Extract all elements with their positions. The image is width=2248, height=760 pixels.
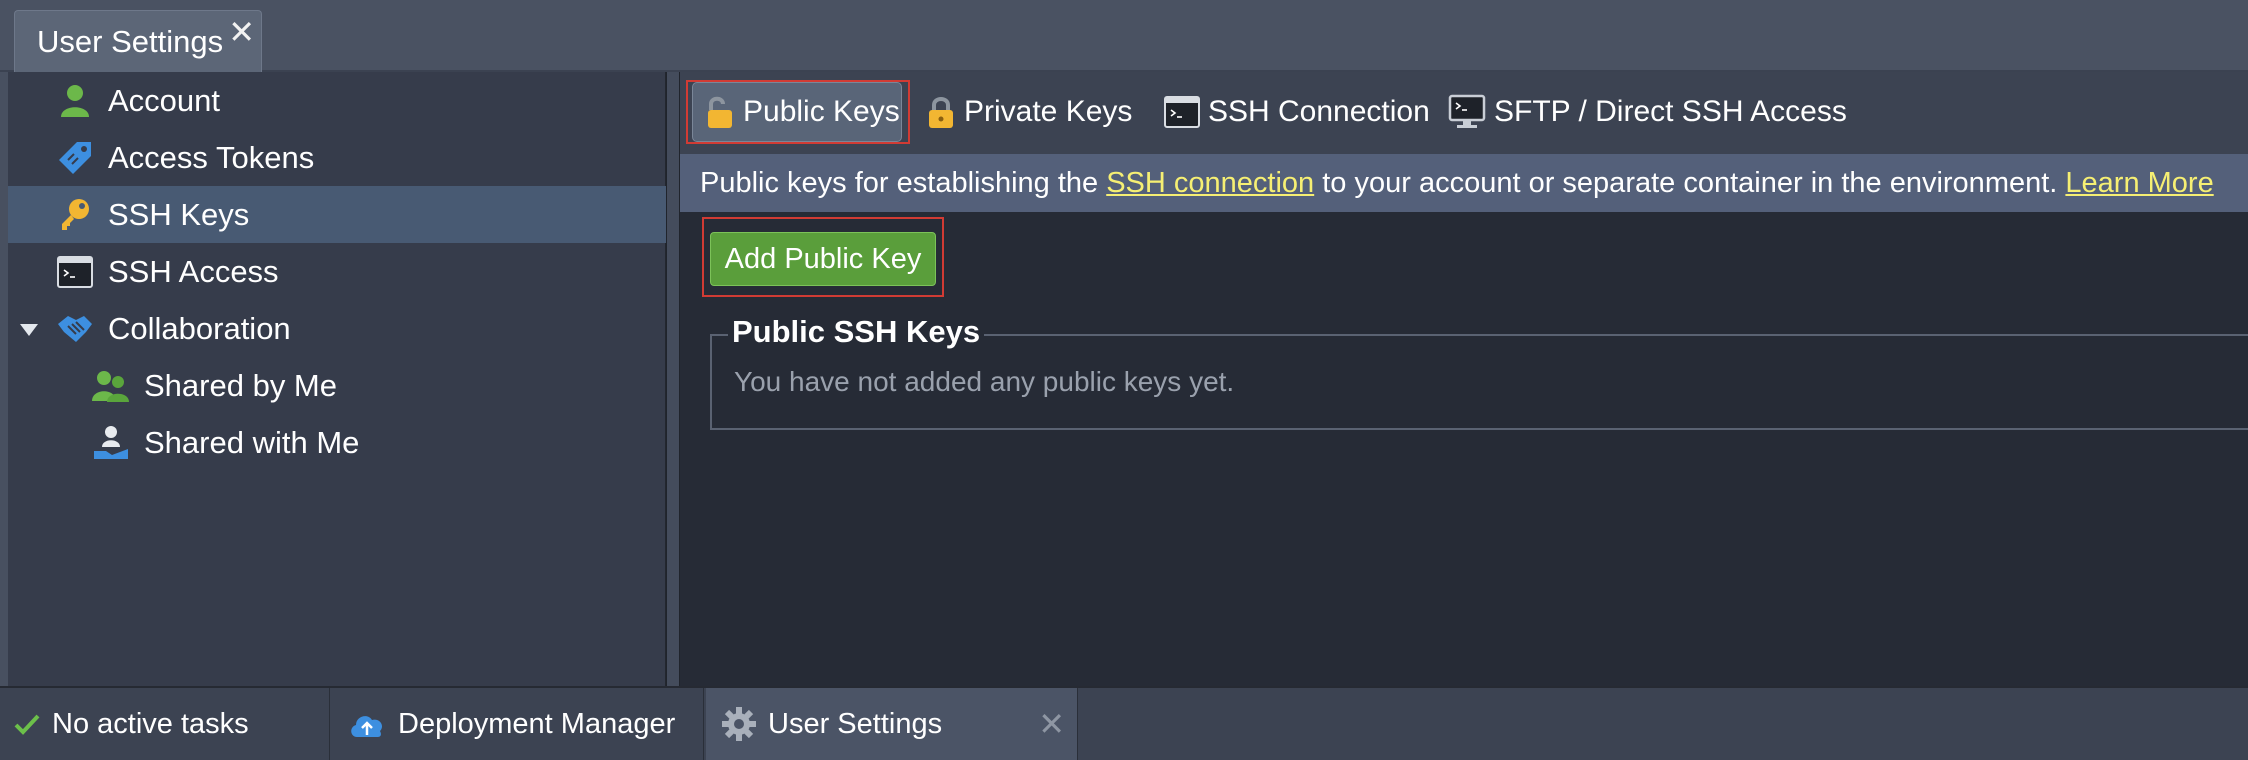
settings-window: Account Access Tokens SSH Keys SSH Acces… [8, 72, 2248, 686]
empty-state-message: You have not added any public keys yet. [734, 366, 1235, 397]
tab-public-keys[interactable]: Public Keys [692, 82, 902, 142]
sidebar-item-label: Account [108, 82, 221, 118]
tab-title: User Settings [37, 23, 224, 59]
info-text-suffix: to your account or separate container in… [1314, 166, 2066, 199]
user-icon [56, 82, 94, 120]
sidebar-item-label: Shared by Me [144, 367, 337, 403]
sidebar-item-access-tokens[interactable]: Access Tokens [8, 129, 666, 186]
tag-icon [56, 139, 94, 177]
sidebar-item-label: Access Tokens [108, 139, 315, 175]
chevron-down-icon[interactable] [20, 324, 38, 336]
close-icon[interactable]: ✕ [1038, 705, 1065, 743]
terminal-icon [56, 253, 94, 291]
fieldset-legend: Public SSH Keys [728, 314, 985, 350]
taskbar: No active tasks Deployment Manager User … [0, 686, 2248, 760]
unlocked-icon [705, 95, 735, 129]
tab-label: Private Keys [964, 95, 1133, 128]
task-user-settings-label: User Settings [768, 707, 943, 740]
public-ssh-keys-fieldset: Public SSH Keys You have not added any p… [710, 314, 2248, 430]
settings-sidebar: Account Access Tokens SSH Keys SSH Acces… [8, 72, 666, 686]
sidebar-item-account[interactable]: Account [8, 72, 666, 129]
info-banner: Public keys for establishing the SSH con… [680, 154, 2248, 212]
monitor-icon [1448, 94, 1486, 130]
window-tab-strip: User Settings ✕ [0, 0, 2248, 72]
tab-private-keys[interactable]: Private Keys [926, 82, 1132, 142]
sidebar-splitter[interactable] [666, 72, 680, 686]
task-deployment-manager-label: Deployment Manager [398, 707, 676, 740]
sidebar-item-shared-by-me[interactable]: Shared by Me [8, 357, 666, 414]
task-status[interactable]: No active tasks [0, 688, 330, 760]
users-icon [92, 367, 130, 405]
task-status-label: No active tasks [52, 707, 249, 740]
sidebar-item-label: Shared with Me [144, 424, 360, 460]
sidebar-item-ssh-keys[interactable]: SSH Keys [8, 186, 666, 243]
gear-icon [722, 707, 756, 741]
sidebar-item-label: Collaboration [108, 310, 291, 346]
tab-sftp-direct-ssh-access[interactable]: SFTP / Direct SSH Access [1448, 82, 1847, 142]
handshake-icon [56, 310, 94, 348]
tab-label: Public Keys [743, 95, 900, 128]
sidebar-item-shared-with-me[interactable]: Shared with Me [8, 414, 666, 471]
ssh-connection-link[interactable]: SSH connection [1106, 167, 1314, 200]
task-user-settings[interactable]: User Settings ✕ [706, 688, 1078, 760]
check-icon [14, 713, 40, 735]
sidebar-item-label: SSH Keys [108, 196, 250, 232]
ssh-keys-tabs: Public Keys Private Keys SSH Connection … [680, 72, 2248, 154]
tab-label: SFTP / Direct SSH Access [1494, 95, 1847, 128]
cloud-upload-icon [348, 709, 386, 739]
tab-label: SSH Connection [1208, 95, 1430, 128]
sidebar-item-ssh-access[interactable]: SSH Access [8, 243, 666, 300]
lock-icon [926, 95, 956, 129]
learn-more-link[interactable]: Learn More [2065, 167, 2213, 200]
add-public-key-button[interactable]: Add Public Key [710, 232, 936, 286]
close-icon[interactable]: ✕ [228, 13, 255, 51]
ssh-keys-panel: Public Keys Private Keys SSH Connection … [680, 72, 2248, 686]
info-text-prefix: Public keys for establishing the [700, 166, 1107, 199]
tab-ssh-connection[interactable]: SSH Connection [1164, 82, 1430, 142]
task-deployment-manager[interactable]: Deployment Manager [332, 688, 704, 760]
tab-user-settings[interactable]: User Settings ✕ [14, 10, 262, 72]
hand-user-icon [92, 424, 130, 462]
sidebar-item-label: SSH Access [108, 253, 279, 289]
sidebar-item-collaboration[interactable]: Collaboration [8, 300, 666, 357]
key-icon [56, 196, 94, 234]
terminal-icon [1164, 96, 1200, 128]
